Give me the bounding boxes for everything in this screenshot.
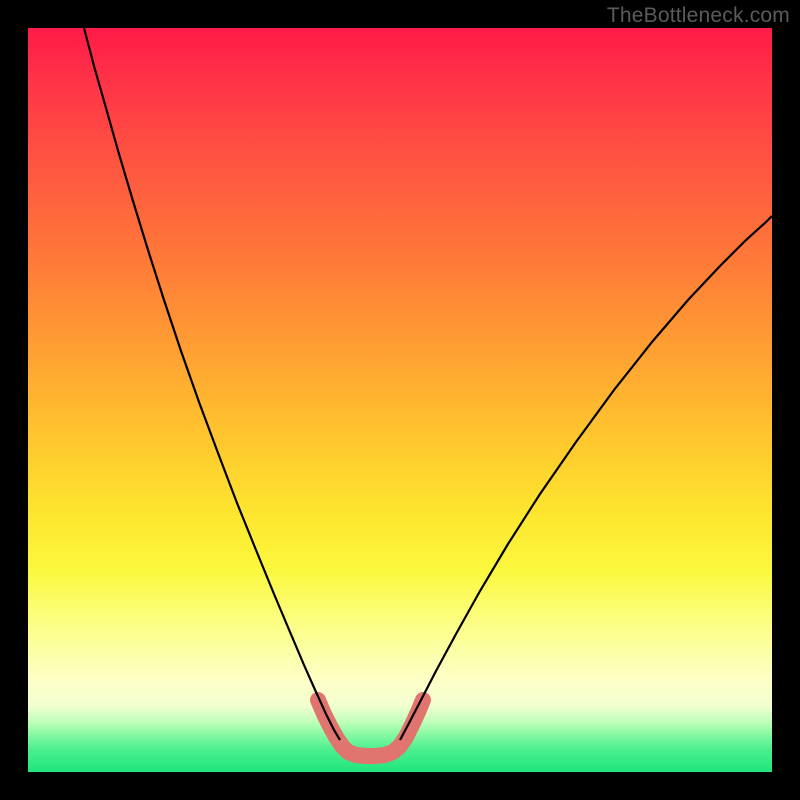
curve-layer	[28, 28, 772, 772]
plot-area	[28, 28, 772, 772]
curve-right	[400, 216, 772, 740]
curve-left	[84, 28, 340, 740]
chart-frame: TheBottleneck.com	[0, 0, 800, 800]
watermark-text: TheBottleneck.com	[607, 4, 790, 28]
